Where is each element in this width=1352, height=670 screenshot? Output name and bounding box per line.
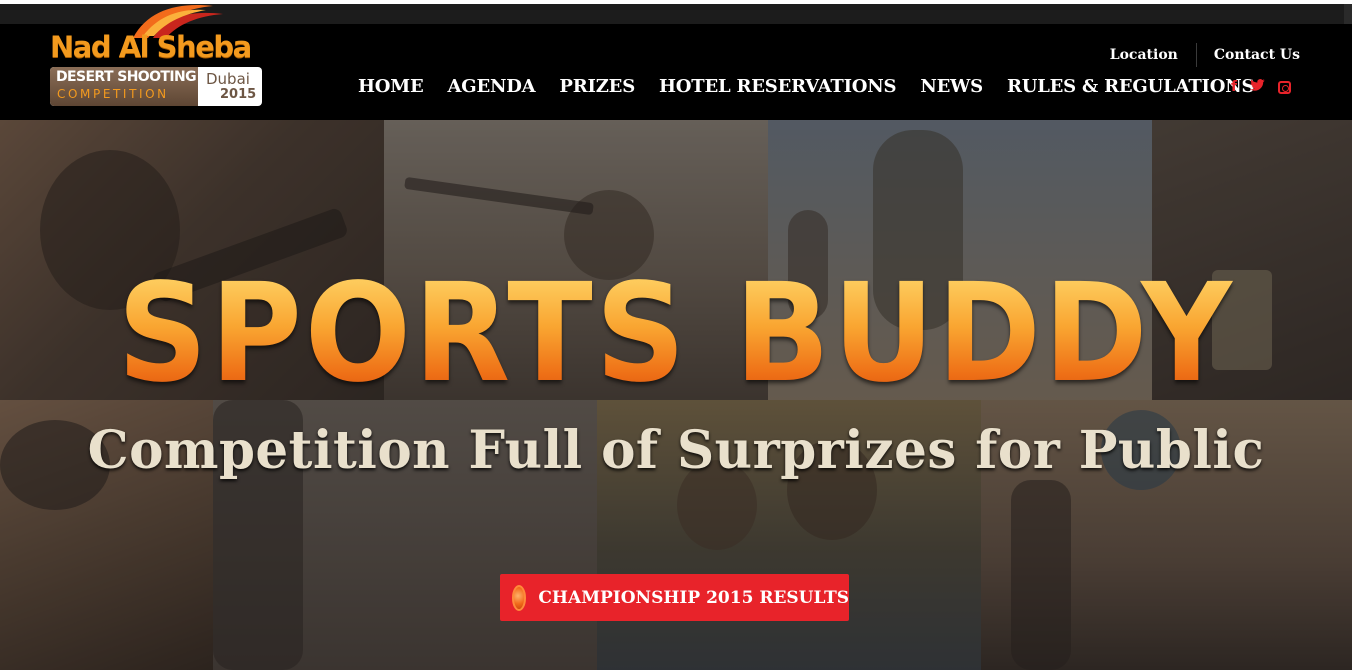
location-link[interactable]: Location — [1110, 47, 1178, 63]
badge-year: 2015 — [220, 87, 257, 102]
nav-hotel-reservations[interactable]: HOTEL RESERVATIONS — [659, 76, 897, 97]
site-logo[interactable]: Nad Al Sheba DESERT SHOOTING COMPETITION… — [48, 5, 266, 108]
facebook-icon[interactable]: f — [1231, 79, 1237, 95]
contact-link[interactable]: Contact Us — [1214, 47, 1300, 63]
badge-line1: DESERT SHOOTING — [56, 69, 197, 85]
badge-line2: COMPETITION — [57, 87, 169, 101]
record-dot-icon — [512, 584, 527, 611]
nav-home[interactable]: HOME — [358, 76, 424, 97]
scrollbar-edge[interactable] — [1344, 4, 1352, 24]
cta-label: CHAMPIONSHIP 2015 RESULTS — [538, 587, 849, 608]
twitter-icon[interactable] — [1250, 79, 1265, 95]
instagram-icon[interactable] — [1278, 80, 1292, 94]
nav-agenda[interactable]: AGENDA — [448, 76, 536, 97]
nav-news[interactable]: NEWS — [920, 76, 983, 97]
social-links: f — [1231, 79, 1292, 95]
site-header: Nad Al Sheba DESERT SHOOTING COMPETITION… — [0, 5, 1352, 120]
championship-results-button[interactable]: CHAMPIONSHIP 2015 RESULTS — [500, 574, 849, 621]
utility-divider — [1195, 43, 1197, 67]
utility-nav: Location Contact Us — [1110, 43, 1300, 67]
brand-badge: DESERT SHOOTING COMPETITION Dubai 2015 — [50, 67, 262, 106]
nav-prizes[interactable]: PRIZES — [559, 76, 635, 97]
badge-city: Dubai — [206, 70, 250, 88]
hero-headline: SPORTS BUDDY — [54, 266, 1298, 402]
hero-subheadline: Competition Full of Surprizes for Public — [87, 420, 1265, 481]
main-nav: HOME AGENDA PRIZES HOTEL RESERVATIONS NE… — [358, 76, 1254, 97]
nav-rules-regulations[interactable]: RULES & REGULATIONS — [1007, 76, 1255, 97]
brand-name: Nad Al Sheba — [50, 30, 252, 64]
hero-banner: SPORTS BUDDY Competition Full of Surpriz… — [0, 120, 1352, 670]
